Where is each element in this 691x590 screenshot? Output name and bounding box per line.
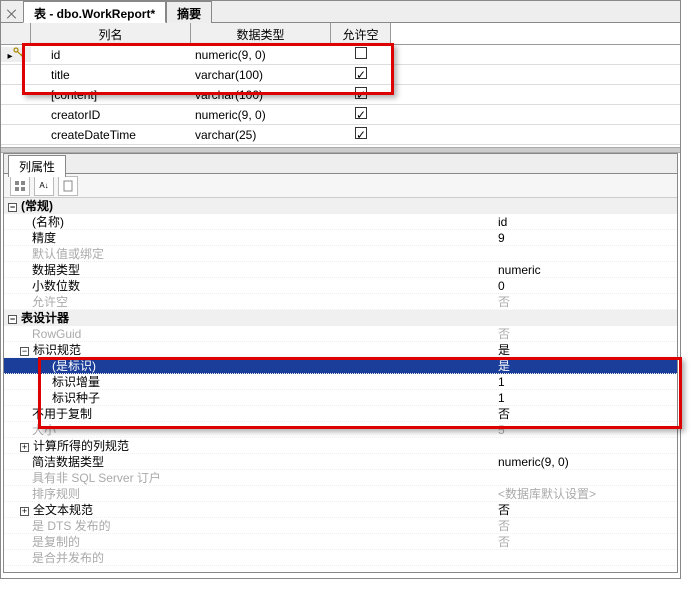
cell-name[interactable]: createDateTime — [31, 128, 191, 142]
expand-icon[interactable]: + — [20, 507, 29, 516]
cell-null[interactable]: ✓ — [331, 87, 391, 102]
alphabetical-button[interactable]: A↓ — [34, 176, 54, 196]
cell-null[interactable]: ✓ — [331, 67, 391, 82]
cell-type[interactable]: numeric(9, 0) — [191, 108, 331, 122]
cell-type[interactable]: varchar(100) — [191, 88, 331, 102]
table-row[interactable]: title varchar(100) ✓ — [1, 65, 680, 85]
cell-name[interactable]: id — [31, 48, 191, 62]
prop-datatype[interactable]: 数据类型numeric — [4, 262, 677, 278]
prop-size[interactable]: 大小5 — [4, 422, 677, 438]
property-page-button[interactable] — [58, 176, 78, 196]
prop-nonsql-subscriber[interactable]: 具有非 SQL Server 订户 — [4, 470, 677, 486]
prop-rowguid[interactable]: RowGuid否 — [4, 326, 677, 342]
close-icon[interactable] — [6, 8, 18, 20]
cell-null[interactable] — [331, 47, 391, 62]
collapse-icon[interactable]: − — [8, 203, 17, 212]
tab-table[interactable]: 表 - dbo.WorkReport* — [23, 1, 166, 23]
grid-header-name: 列名 — [31, 23, 191, 44]
prop-allownull[interactable]: 允许空否 — [4, 294, 677, 310]
checkbox-icon[interactable]: ✓ — [355, 67, 367, 79]
prop-fulltext-spec[interactable]: +全文本规范否 — [4, 502, 677, 518]
table-row[interactable]: createDateTime varchar(25) ✓ — [1, 125, 680, 145]
collapse-icon[interactable]: − — [8, 315, 17, 324]
table-row[interactable]: creatorID numeric(9, 0) ✓ — [1, 105, 680, 125]
category-general[interactable]: −(常规) — [4, 198, 677, 214]
prop-precision[interactable]: 精度9 — [4, 230, 677, 246]
prop-default[interactable]: 默认值或绑定 — [4, 246, 677, 262]
category-designer[interactable]: −表设计器 — [4, 310, 677, 326]
prop-identity-spec[interactable]: −标识规范是 — [4, 342, 677, 358]
collapse-icon[interactable]: − — [20, 347, 29, 356]
prop-computed-spec[interactable]: +计算所得的列规范 — [4, 438, 677, 454]
prop-merge-published[interactable]: 是合并发布的 — [4, 550, 677, 566]
checkbox-icon[interactable]: ✓ — [355, 107, 367, 119]
prop-is-identity[interactable]: (是标识)是 — [4, 358, 677, 374]
grid-header-null: 允许空 — [331, 23, 391, 44]
props-tabstrip: 列属性 — [4, 154, 677, 174]
checkbox-icon[interactable] — [355, 47, 367, 59]
tab-column-properties[interactable]: 列属性 — [8, 155, 66, 177]
cell-type[interactable]: numeric(9, 0) — [191, 48, 331, 62]
grid-header: 列名 数据类型 允许空 — [1, 23, 680, 45]
designer-window: 表 - dbo.WorkReport* 摘要 列名 数据类型 允许空 ▸ id … — [0, 0, 681, 579]
cell-type[interactable]: varchar(25) — [191, 128, 331, 142]
prop-name[interactable]: (名称)id — [4, 214, 677, 230]
cell-null[interactable]: ✓ — [331, 107, 391, 122]
checkbox-icon[interactable]: ✓ — [355, 87, 367, 99]
expand-icon[interactable]: + — [20, 443, 29, 452]
cell-type[interactable]: varchar(100) — [191, 68, 331, 82]
row-selector[interactable]: ▸ — [1, 47, 31, 62]
grid-header-selector — [1, 23, 31, 44]
prop-identity-seed[interactable]: 标识种子1 — [4, 390, 677, 406]
primary-key-icon — [13, 47, 25, 59]
grid-header-type: 数据类型 — [191, 23, 331, 44]
cell-name[interactable]: title — [31, 68, 191, 82]
categorize-button[interactable] — [10, 176, 30, 196]
props-toolbar: A↓ — [4, 174, 677, 198]
column-properties-panel: 列属性 A↓ −(常规) (名称)id 精度9 默认值或绑定 数据类型numer… — [3, 153, 678, 573]
checkbox-icon[interactable]: ✓ — [355, 127, 367, 139]
prop-identity-increment[interactable]: 标识增量1 — [4, 374, 677, 390]
columns-grid: 列名 数据类型 允许空 ▸ id numeric(9, 0) title var… — [1, 23, 680, 143]
property-list: −(常规) (名称)id 精度9 默认值或绑定 数据类型numeric 小数位数… — [4, 198, 677, 572]
document-tabs: 表 - dbo.WorkReport* 摘要 — [1, 1, 680, 23]
table-row[interactable]: ▸ id numeric(9, 0) — [1, 45, 680, 65]
cell-name[interactable]: [content] — [31, 88, 191, 102]
prop-dts-published[interactable]: 是 DTS 发布的否 — [4, 518, 677, 534]
tab-summary[interactable]: 摘要 — [166, 1, 212, 23]
cell-name[interactable]: creatorID — [31, 108, 191, 122]
prop-replicated[interactable]: 是复制的否 — [4, 534, 677, 550]
cell-null[interactable]: ✓ — [331, 127, 391, 142]
prop-not-for-replication[interactable]: 不用于复制否 — [4, 406, 677, 422]
prop-concise-type[interactable]: 简洁数据类型numeric(9, 0) — [4, 454, 677, 470]
prop-collation[interactable]: 排序规则<数据库默认设置> — [4, 486, 677, 502]
prop-scale[interactable]: 小数位数0 — [4, 278, 677, 294]
table-row[interactable]: [content] varchar(100) ✓ — [1, 85, 680, 105]
grid-body: ▸ id numeric(9, 0) title varchar(100) ✓ … — [1, 45, 680, 145]
